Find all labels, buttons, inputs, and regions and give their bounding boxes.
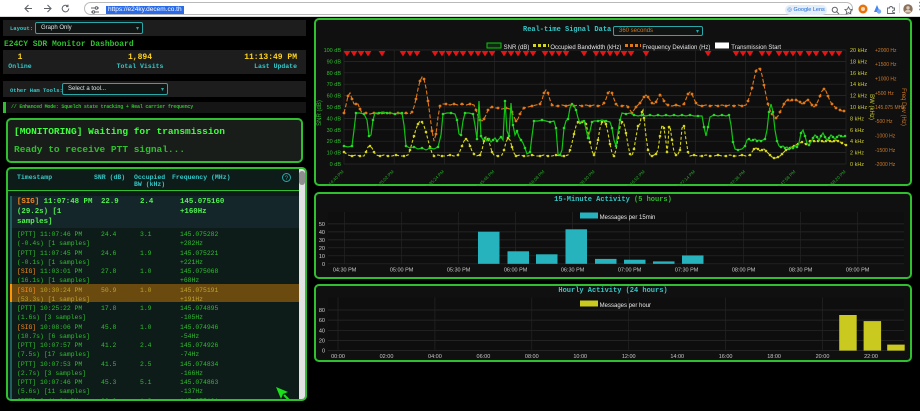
svg-text:08:00: 08:00 (525, 354, 539, 360)
svg-text:80: 80 (319, 308, 325, 314)
svg-text:10:06:30 PM: 10:06:30 PM (574, 169, 596, 186)
svg-text:12:00: 12:00 (622, 354, 636, 360)
svg-text:2 kHz: 2 kHz (850, 151, 864, 157)
svg-text:0 kHz: 0 kHz (850, 162, 864, 168)
svg-text:BW (kHz): BW (kHz) (868, 94, 874, 120)
svg-text:-2000 Hz: -2000 Hz (875, 162, 896, 168)
svg-text:+1000 Hz: +1000 Hz (875, 77, 897, 83)
svg-text:20: 20 (319, 339, 325, 345)
svg-text:06:00: 06:00 (477, 354, 491, 360)
svg-text:+500 Hz: +500 Hz (875, 91, 894, 97)
svg-text:9:35:24 PM: 9:35:24 PM (425, 169, 445, 186)
svg-text:22:00: 22:00 (864, 354, 878, 360)
svg-text:04:30 PM: 04:30 PM (333, 267, 357, 273)
svg-text:10:37:36 PM: 10:37:36 PM (725, 169, 747, 186)
svg-text:70 dB: 70 dB (327, 82, 342, 88)
svg-text:50: 50 (319, 222, 325, 228)
svg-text:14:00: 14:00 (670, 354, 684, 360)
svg-text:Freq Dev (Hz): Freq Dev (Hz) (900, 88, 906, 126)
svg-text:6 kHz: 6 kHz (850, 128, 864, 134)
svg-text:10:16:52 PM: 10:16:52 PM (624, 169, 646, 186)
svg-text:40: 40 (319, 230, 325, 236)
svg-text:-500 Hz: -500 Hz (875, 119, 893, 125)
svg-text:0 dB: 0 dB (330, 162, 342, 168)
svg-text:60 dB: 60 dB (327, 94, 342, 100)
svg-text:20 kHz: 20 kHz (850, 48, 867, 54)
svg-text:20: 20 (319, 246, 325, 252)
svg-text:10:00: 10:00 (573, 354, 587, 360)
svg-text:06:30 PM: 06:30 PM (561, 267, 585, 273)
svg-text:18 kHz: 18 kHz (850, 59, 867, 65)
svg-text:9:45:46 PM: 9:45:46 PM (475, 169, 495, 186)
svg-text:0: 0 (322, 262, 325, 268)
svg-text:80 dB: 80 dB (327, 71, 342, 77)
svg-text:-1500 Hz: -1500 Hz (875, 148, 896, 154)
svg-text:08:30 PM: 08:30 PM (789, 267, 813, 273)
svg-text:4 kHz: 4 kHz (850, 139, 864, 145)
svg-text:+2000 Hz: +2000 Hz (875, 48, 897, 54)
svg-text:09:00 PM: 09:00 PM (846, 267, 870, 273)
svg-text:9:14:40 PM: 9:14:40 PM (325, 169, 345, 186)
svg-text:30 dB: 30 dB (327, 128, 342, 134)
svg-text:60: 60 (319, 318, 325, 324)
svg-text:07:00 PM: 07:00 PM (618, 267, 642, 273)
svg-text:14 kHz: 14 kHz (850, 82, 867, 88)
svg-text:02:00: 02:00 (380, 354, 394, 360)
svg-text:06:00 PM: 06:00 PM (504, 267, 528, 273)
svg-text:08:00 PM: 08:00 PM (732, 267, 756, 273)
svg-text:04:00: 04:00 (428, 354, 442, 360)
svg-text:90 dB: 90 dB (327, 59, 342, 65)
svg-text:18:00: 18:00 (767, 354, 781, 360)
svg-text:07:30 PM: 07:30 PM (675, 267, 699, 273)
svg-text:0: 0 (322, 349, 325, 355)
svg-text:05:30 PM: 05:30 PM (447, 267, 471, 273)
svg-text:10:27:14 PM: 10:27:14 PM (675, 169, 697, 186)
svg-text:-1000 Hz: -1000 Hz (875, 134, 896, 140)
svg-text:9:25:02 PM: 9:25:02 PM (375, 169, 395, 186)
svg-text:40: 40 (319, 328, 325, 334)
svg-text:10:47:58 PM: 10:47:58 PM (775, 169, 797, 186)
svg-text:00:00: 00:00 (331, 354, 345, 360)
svg-text:100 dB: 100 dB (324, 48, 342, 54)
svg-text:12 kHz: 12 kHz (850, 94, 867, 100)
svg-text:8 kHz: 8 kHz (850, 116, 864, 122)
svg-text:+1500 Hz: +1500 Hz (875, 62, 897, 68)
svg-text:SNR (dB): SNR (dB) (317, 100, 323, 126)
svg-text:9:56:08 PM: 9:56:08 PM (526, 169, 546, 186)
svg-text:10 kHz: 10 kHz (850, 105, 867, 111)
svg-text:30: 30 (319, 238, 325, 244)
svg-text:50 dB: 50 dB (327, 105, 342, 111)
svg-text:40 dB: 40 dB (327, 116, 342, 122)
svg-text:05:00 PM: 05:00 PM (390, 267, 414, 273)
svg-text:10:58:20 PM: 10:58:20 PM (825, 169, 847, 186)
svg-text:16:00: 16:00 (719, 354, 733, 360)
svg-text:10: 10 (319, 254, 325, 260)
svg-text:20 dB: 20 dB (327, 139, 342, 145)
svg-text:10 dB: 10 dB (327, 151, 342, 157)
svg-text:20:00: 20:00 (816, 354, 830, 360)
svg-text:16 kHz: 16 kHz (850, 71, 867, 77)
